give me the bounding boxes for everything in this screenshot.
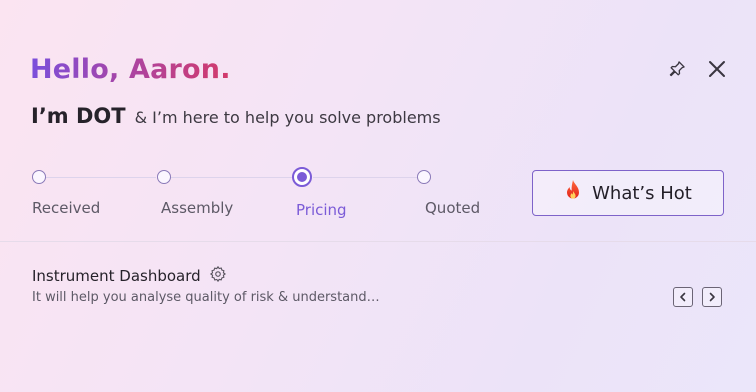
progress-stepper: Received Assembly Pricing Quoted bbox=[30, 166, 490, 226]
step-connector bbox=[313, 177, 417, 178]
dashboard-heading: Instrument Dashboard bbox=[32, 265, 227, 287]
step-label: Assembly bbox=[161, 199, 234, 217]
whats-hot-button[interactable]: What’s Hot bbox=[532, 170, 724, 216]
whats-hot-label: What’s Hot bbox=[592, 182, 692, 204]
section-divider bbox=[0, 241, 756, 242]
dashboard-pager bbox=[673, 287, 722, 307]
step-label: Pricing bbox=[296, 201, 347, 219]
step-connector bbox=[171, 177, 292, 178]
dashboard-description: It will help you analyse quality of risk… bbox=[32, 290, 380, 305]
dashboard-title: Instrument Dashboard bbox=[32, 267, 201, 285]
greeting-title: Hello, Aaron. bbox=[30, 54, 231, 85]
step-connector bbox=[45, 177, 156, 178]
flame-icon bbox=[564, 179, 582, 207]
assistant-intro: I’m DOT & I’m here to help you solve pro… bbox=[31, 104, 441, 128]
close-icon[interactable] bbox=[706, 58, 728, 80]
chevron-left-icon[interactable] bbox=[673, 287, 693, 307]
gear-icon[interactable] bbox=[209, 265, 227, 287]
chevron-right-icon[interactable] bbox=[702, 287, 722, 307]
pin-icon[interactable] bbox=[666, 58, 688, 80]
assistant-name: I’m DOT bbox=[31, 104, 126, 128]
step-label: Received bbox=[32, 199, 101, 217]
step-dot bbox=[32, 170, 46, 184]
step-dot bbox=[417, 170, 431, 184]
step-label: Quoted bbox=[425, 199, 481, 217]
assistant-tagline: & I’m here to help you solve problems bbox=[134, 108, 441, 127]
window-actions bbox=[666, 58, 728, 80]
step-dot bbox=[157, 170, 171, 184]
step-dot-active bbox=[292, 167, 312, 187]
